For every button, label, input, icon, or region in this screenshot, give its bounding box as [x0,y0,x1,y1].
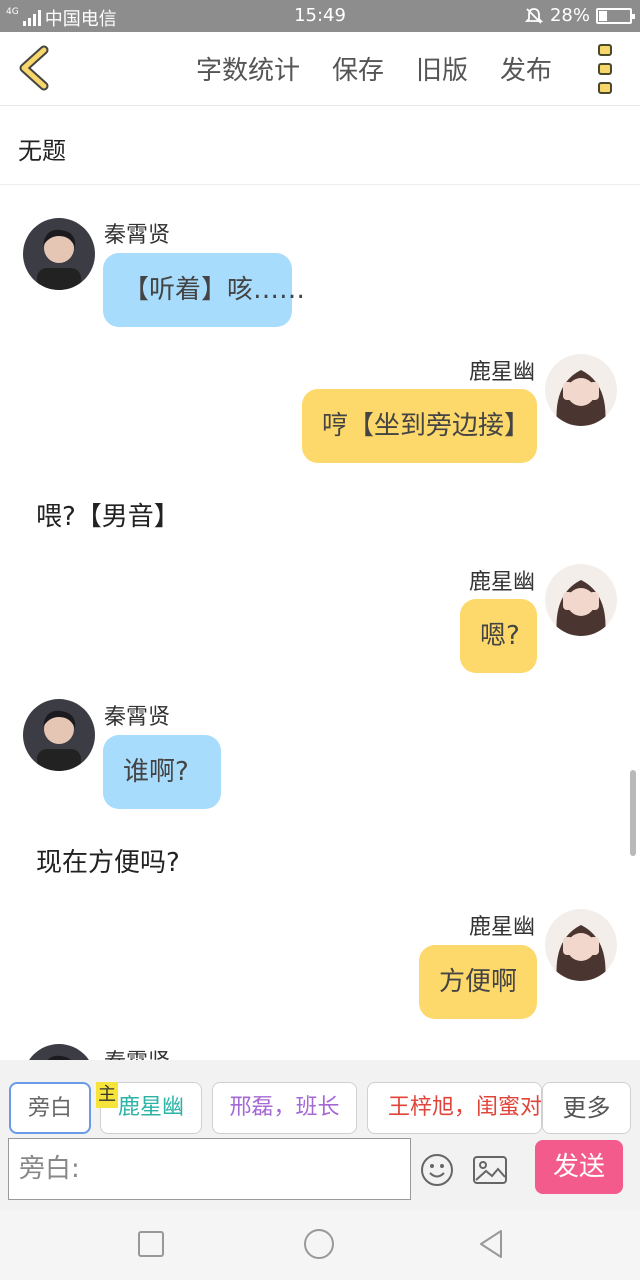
back-arrow-icon[interactable] [14,44,58,92]
home-icon[interactable] [303,1228,335,1260]
image-icon[interactable] [472,1155,508,1185]
role-chip-2[interactable]: 邢磊，班长 [212,1082,357,1134]
recent-apps-icon[interactable] [135,1228,167,1260]
message-input[interactable] [9,1139,410,1199]
chat-scrollbar[interactable] [630,770,636,856]
more-menu-icon[interactable] [598,44,614,94]
send-button[interactable]: 发送 [535,1140,623,1194]
chat-area[interactable]: 秦霄贤 【听着】咳…… 鹿星幽 哼【坐到旁边接】 喂?【男音】 鹿星幽 嗯? 秦… [0,186,640,1060]
sender-name: 鹿星幽 [468,360,535,385]
word-count-button[interactable]: 字数统计 [196,50,300,87]
message-bubble[interactable]: 哼【坐到旁边接】 [302,389,537,463]
avatar[interactable] [23,699,95,771]
host-badge: 主 [96,1082,118,1108]
old-version-button[interactable]: 旧版 [416,50,468,87]
narration-text[interactable]: 喂?【男音】 [36,496,180,533]
battery-percent: 28% [549,5,590,26]
publish-button[interactable]: 发布 [500,50,552,87]
sender-name: 秦霄贤 [104,1044,170,1060]
message-bubble[interactable]: 【听着】咳…… [103,253,305,327]
system-nav-bar [0,1210,640,1280]
top-toolbar: 字数统计 保存 旧版 发布 [0,32,640,106]
role-chip-3[interactable]: 王梓旭，闺蜜对象 [367,1082,542,1134]
sender-name: 鹿星幽 [468,570,535,595]
story-title: 无题 [18,137,66,165]
mute-bell-icon [524,7,544,24]
message-input-box[interactable] [8,1138,411,1200]
save-button[interactable]: 保存 [332,50,384,87]
back-icon[interactable] [475,1228,507,1260]
emoji-icon[interactable] [420,1153,454,1187]
message-bubble[interactable]: 方便啊 [419,945,537,1019]
avatar[interactable] [545,354,617,426]
composer-panel: 旁白 鹿星幽 主 邢磊，班长 王梓旭，闺蜜对象 更多 发送 [0,1060,640,1210]
avatar[interactable] [545,564,617,636]
avatar[interactable] [23,1044,95,1060]
sender-name: 鹿星幽 [468,915,535,940]
battery-icon [596,7,635,24]
more-roles-button[interactable]: 更多 [542,1082,631,1134]
sender-name: 秦霄贤 [104,705,171,730]
avatar[interactable] [23,218,95,290]
avatar[interactable] [545,909,617,981]
role-chip-narrator[interactable]: 旁白 [9,1082,91,1134]
story-title-row[interactable]: 无题 [0,107,640,185]
status-bar: 4G 中国电信 15:49 28% [0,0,640,32]
message-bubble[interactable]: 嗯? [460,599,537,673]
narration-text[interactable]: 现在方便吗? [36,842,180,879]
sender-name: 秦霄贤 [104,223,171,248]
message-bubble[interactable]: 谁啊? [103,735,221,809]
